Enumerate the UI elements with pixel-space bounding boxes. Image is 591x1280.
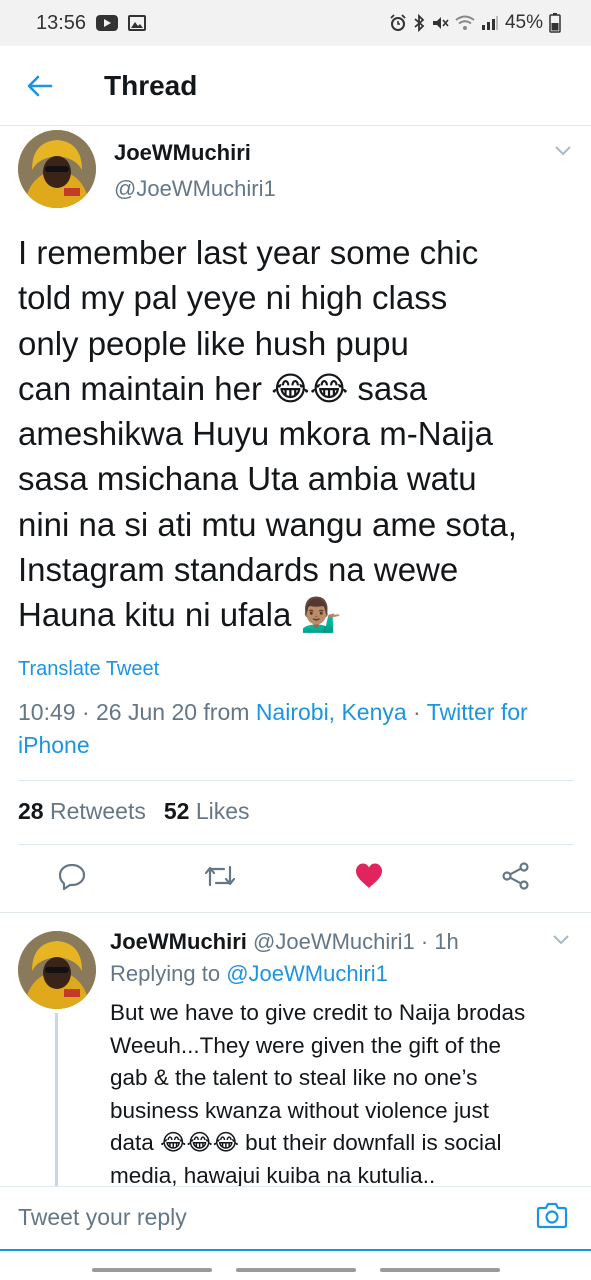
reply-composer xyxy=(0,1186,591,1250)
retweets-stat[interactable]: 28 Retweets xyxy=(18,798,146,825)
tweet-text-line: only people like hush pupu xyxy=(18,324,409,362)
tweet-text: I remember last year some chic told my p… xyxy=(18,230,578,638)
tweet-timestamp: 10:49 · 26 Jun 20 from xyxy=(18,699,256,725)
reply-text-line: Weeuh...They were given the gift of the xyxy=(110,1032,502,1058)
reply-author-name[interactable]: JoeWMuchiri xyxy=(110,929,247,954)
avatar[interactable] xyxy=(18,931,96,1009)
wifi-icon xyxy=(455,15,475,31)
reply-tweet[interactable]: JoeWMuchiri @JoeWMuchiri1 · 1h Replying … xyxy=(0,913,591,1186)
retweet-button[interactable] xyxy=(200,856,240,896)
tweet-text-line: I remember last year some chic xyxy=(18,234,479,271)
image-icon xyxy=(128,15,147,31)
chevron-down-icon[interactable] xyxy=(552,933,570,951)
tweet-text-line: nini na si ati mtu wangu ame sota, xyxy=(18,505,517,543)
nav-recent-button[interactable] xyxy=(92,1268,212,1272)
tweet-stats: 28 Retweets 52 Likes xyxy=(18,798,250,825)
thread-line xyxy=(55,1013,58,1186)
battery-percent: 45% xyxy=(504,12,543,33)
likes-label: Likes xyxy=(195,798,250,824)
divider xyxy=(18,780,574,781)
bluetooth-icon xyxy=(413,14,425,32)
status-bar: 13:56 45% xyxy=(0,0,591,46)
tweet-actions xyxy=(0,856,591,912)
reply-icon xyxy=(58,863,86,890)
camera-button[interactable] xyxy=(536,1201,576,1237)
reply-button[interactable] xyxy=(52,856,92,896)
tweet-text-line: ameshikwa Huyu mkora m-Naija xyxy=(18,415,493,453)
tweet-text-line: Hauna kitu ni ufala 💁🏽‍♂️ xyxy=(18,596,342,634)
share-button[interactable] xyxy=(496,856,536,896)
meta-separator: · xyxy=(406,699,427,725)
likes-stat[interactable]: 52 Likes xyxy=(164,798,250,825)
tweet-text-line: can maintain her 😂😂 sasa xyxy=(18,369,428,407)
reply-text-line: gab & the talent to steal like no one’s xyxy=(110,1065,478,1090)
alarm-icon xyxy=(389,14,407,32)
likes-count: 52 xyxy=(163,798,190,824)
reply-input[interactable] xyxy=(18,1197,518,1237)
reply-text-line: But we have to give credit to Naija brod… xyxy=(110,1000,526,1025)
source-link[interactable]: Twitter for xyxy=(427,699,528,725)
retweets-count: 28 xyxy=(18,798,44,824)
page-title: Thread xyxy=(104,69,198,101)
tweet-meta: 10:49 · 26 Jun 20 from Nairobi, Kenya · … xyxy=(18,696,578,762)
youtube-icon xyxy=(96,15,119,31)
nav-back-button[interactable] xyxy=(380,1268,500,1272)
avatar[interactable] xyxy=(18,130,96,208)
app-header: Thread xyxy=(0,46,591,126)
author-handle[interactable]: @JoeWMuchiri1 xyxy=(114,176,276,202)
chevron-down-icon[interactable] xyxy=(554,144,572,162)
reply-text: But we have to give credit to Naija brod… xyxy=(110,997,580,1186)
reply-text-line: business kwanza without violence just xyxy=(110,1097,489,1123)
reply-text-line: data 😂😂😂 but their downfall is social xyxy=(110,1130,502,1155)
tweet-text-line: told my pal yeye ni high class xyxy=(18,279,448,317)
like-button[interactable] xyxy=(349,856,389,896)
camera-icon xyxy=(536,1202,568,1229)
retweet-icon xyxy=(204,865,236,887)
location-link[interactable]: Nairobi, Kenya xyxy=(256,699,407,725)
nav-home-button[interactable] xyxy=(236,1268,356,1272)
share-icon xyxy=(502,862,529,890)
replying-to-link[interactable]: @JoeWMuchiri1 xyxy=(226,961,388,986)
translate-tweet-link[interactable]: Translate Tweet xyxy=(18,658,159,681)
reply-header: JoeWMuchiri @JoeWMuchiri1 · 1h xyxy=(110,929,459,955)
divider xyxy=(18,844,574,845)
author-name[interactable]: JoeWMuchiri xyxy=(114,140,251,166)
tweet-text-line: Instagram standards na wewe xyxy=(18,551,459,589)
battery-icon xyxy=(549,13,561,33)
back-arrow-icon xyxy=(27,75,53,96)
reply-author-handle[interactable]: @JoeWMuchiri1 xyxy=(253,929,415,954)
tweet-text-line: sasa msichana Uta ambia watu xyxy=(18,460,477,498)
replying-prefix: Replying to xyxy=(110,961,227,986)
heart-icon xyxy=(356,863,382,888)
source-link-cont[interactable]: iPhone xyxy=(18,732,90,758)
retweets-label: Retweets xyxy=(49,798,146,824)
replying-to: Replying to @JoeWMuchiri1 xyxy=(110,961,388,987)
mute-icon xyxy=(431,14,449,32)
back-button[interactable] xyxy=(0,46,80,126)
reply-text-line: media, hawajui kuiba na kutulia.. xyxy=(110,1162,436,1187)
status-time: 13:56 xyxy=(36,11,87,34)
signal-icon xyxy=(481,15,499,31)
reply-time: · 1h xyxy=(420,929,459,954)
system-nav-bar xyxy=(0,1251,591,1280)
